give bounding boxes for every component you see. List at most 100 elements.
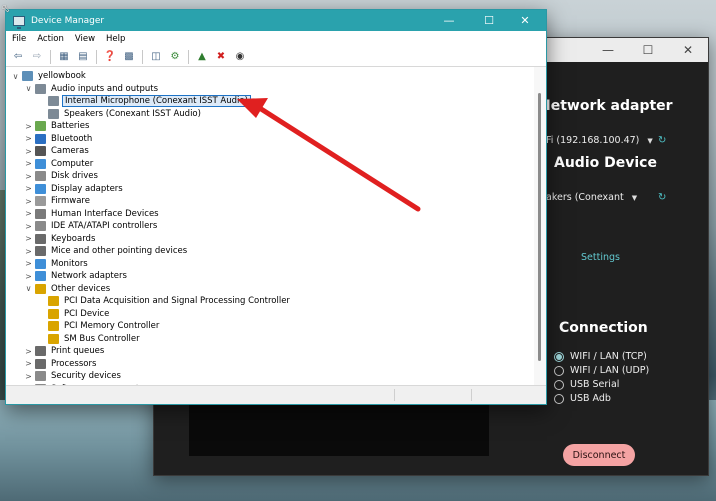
tree-scrollbar[interactable] <box>534 67 546 387</box>
properties-icon[interactable]: ▩ <box>121 49 137 65</box>
unknown-device-icon <box>35 283 46 294</box>
chevron-right-icon[interactable]: > <box>24 197 33 206</box>
tree-item-label: Audio inputs and outputs <box>51 83 159 94</box>
list-icon[interactable]: ▤ <box>75 49 91 65</box>
chevron-right-icon[interactable]: > <box>24 372 33 381</box>
tree-item[interactable]: > Human Interface Devices <box>24 208 161 221</box>
tree-item[interactable]: > Keyboards <box>24 233 97 246</box>
tree-item[interactable]: ∨ yellowbook <box>11 70 88 83</box>
hid-icon <box>35 208 46 219</box>
tree-item[interactable]: PCI Device <box>37 308 111 321</box>
forward-arrow-icon[interactable]: ⇨ <box>29 49 45 65</box>
audio-device-select[interactable]: akers (Conexant ▼ <box>546 192 637 203</box>
radio-unselected-icon[interactable] <box>554 365 564 376</box>
connection-option[interactable]: USB Serial <box>554 379 619 390</box>
tree-item[interactable]: > Mice and other pointing devices <box>24 245 189 258</box>
tree-item[interactable]: > Firmware <box>24 195 92 208</box>
menu-action[interactable]: Action <box>37 34 64 44</box>
back-arrow-icon[interactable]: ⇦ <box>10 49 26 65</box>
disconnect-button[interactable]: Disconnect <box>563 444 635 466</box>
chevron-right-icon[interactable]: > <box>24 234 33 243</box>
tree-item[interactable]: PCI Memory Controller <box>37 320 161 333</box>
tree-item-label: PCI Memory Controller <box>64 321 160 332</box>
connection-option[interactable]: WIFI / LAN (UDP) <box>554 365 649 376</box>
chevron-right-icon[interactable]: > <box>24 172 33 181</box>
connection-option-label: WIFI / LAN (TCP) <box>570 351 647 362</box>
security-device-icon <box>35 371 46 382</box>
chevron-right-icon[interactable]: > <box>24 222 33 231</box>
device-manager-title-bar[interactable]: Device Manager — ☐ ✕ <box>6 10 546 31</box>
tree-item[interactable]: > Computer <box>24 158 95 171</box>
maximize-icon[interactable]: ☐ <box>472 10 506 31</box>
radio-unselected-icon[interactable] <box>554 393 564 404</box>
chevron-right-icon[interactable]: > <box>24 134 33 143</box>
tree-item[interactable]: Speakers (Conexant ISST Audio) <box>37 108 203 121</box>
window-title: Device Manager <box>31 15 105 26</box>
network-adapter-select[interactable]: Fi (192.168.100.47) ▼ <box>546 135 653 146</box>
tree-item[interactable]: > Batteries <box>24 120 91 133</box>
tree-item[interactable]: > Cameras <box>24 145 91 158</box>
chevron-down-icon[interactable]: ∨ <box>24 284 33 293</box>
uninstall-icon[interactable]: ✖ <box>213 49 229 65</box>
chevron-right-icon[interactable]: > <box>24 209 33 218</box>
tree-item[interactable]: > Network adapters <box>24 270 129 283</box>
network-adapter-value: Fi (192.168.100.47) <box>546 135 640 146</box>
tree-item[interactable]: > IDE ATA/ATAPI controllers <box>24 220 159 233</box>
tree-item[interactable]: Internal Microphone (Conexant ISST Audio… <box>37 95 251 108</box>
status-divider <box>471 389 472 401</box>
chevron-down-icon[interactable]: ∨ <box>24 84 33 93</box>
chevron-right-icon[interactable]: > <box>24 272 33 281</box>
keyboard-icon <box>35 233 46 244</box>
close-icon[interactable]: ✕ <box>508 10 542 31</box>
radio-selected-icon[interactable] <box>554 351 564 362</box>
chevron-right-icon[interactable]: > <box>24 122 33 131</box>
app-maximize-icon[interactable]: ☐ <box>628 38 668 62</box>
radio-unselected-icon[interactable] <box>554 379 564 390</box>
update-driver-icon[interactable]: ▲ <box>194 49 210 65</box>
tree-item[interactable]: > Display adapters <box>24 183 125 196</box>
tree-item[interactable]: SM Bus Controller <box>37 333 142 346</box>
minimize-icon[interactable]: — <box>432 10 466 31</box>
tree-item[interactable]: ∨ Other devices <box>24 283 112 296</box>
menu-file[interactable]: File <box>12 34 26 44</box>
tree-item[interactable]: ∨ Audio inputs and outputs <box>24 83 160 96</box>
tree-item[interactable]: > Print queues <box>24 345 106 358</box>
tree-item[interactable]: > Monitors <box>24 258 90 271</box>
app-minimize-icon[interactable]: — <box>588 38 628 62</box>
tree-item-label: yellowbook <box>38 71 86 82</box>
warning-device-icon <box>48 321 59 332</box>
download-icon[interactable]: ◉ <box>232 49 248 65</box>
properties-grid-icon[interactable]: ▦ <box>56 49 72 65</box>
app-close-icon[interactable]: ✕ <box>668 38 708 62</box>
monitor-icon[interactable]: ◫ <box>148 49 164 65</box>
connection-option[interactable]: USB Adb <box>554 393 611 404</box>
scan-icon[interactable]: ⚙ <box>167 49 183 65</box>
help-icon[interactable]: ❓ <box>102 49 118 65</box>
processor-icon <box>35 358 46 369</box>
refresh-icon[interactable]: ↻ <box>658 135 666 146</box>
tree-item[interactable]: > Bluetooth <box>24 133 94 146</box>
connection-option-label: WIFI / LAN (UDP) <box>570 365 650 376</box>
chevron-right-icon[interactable]: > <box>24 159 33 168</box>
tree-item[interactable]: > Disk drives <box>24 170 100 183</box>
menu-view[interactable]: View <box>75 34 95 44</box>
chevron-right-icon[interactable]: > <box>24 147 33 156</box>
connection-option[interactable]: WIFI / LAN (TCP) <box>554 351 647 362</box>
tree-item[interactable]: > Security devices <box>24 370 123 383</box>
tree-item[interactable]: PCI Data Acquisition and Signal Processi… <box>37 295 292 308</box>
chevron-right-icon[interactable]: > <box>24 184 33 193</box>
toolbar-divider <box>96 49 97 64</box>
tree-item[interactable]: > Processors <box>24 358 98 371</box>
chevron-down-icon[interactable]: ∨ <box>11 72 20 81</box>
chevron-right-icon[interactable]: > <box>24 359 33 368</box>
mouse-icon <box>35 246 46 257</box>
app-caption-bar: — ☐ ✕ <box>528 38 708 62</box>
chevron-right-icon[interactable]: > <box>24 347 33 356</box>
chevron-right-icon[interactable]: > <box>24 259 33 268</box>
refresh-icon[interactable]: ↻ <box>658 192 666 203</box>
chevron-right-icon[interactable]: > <box>24 247 33 256</box>
menu-help[interactable]: Help <box>106 34 125 44</box>
settings-link[interactable]: Settings <box>581 252 620 263</box>
tree-item-label: PCI Data Acquisition and Signal Processi… <box>64 296 290 307</box>
scrollbar-thumb[interactable] <box>538 93 541 361</box>
